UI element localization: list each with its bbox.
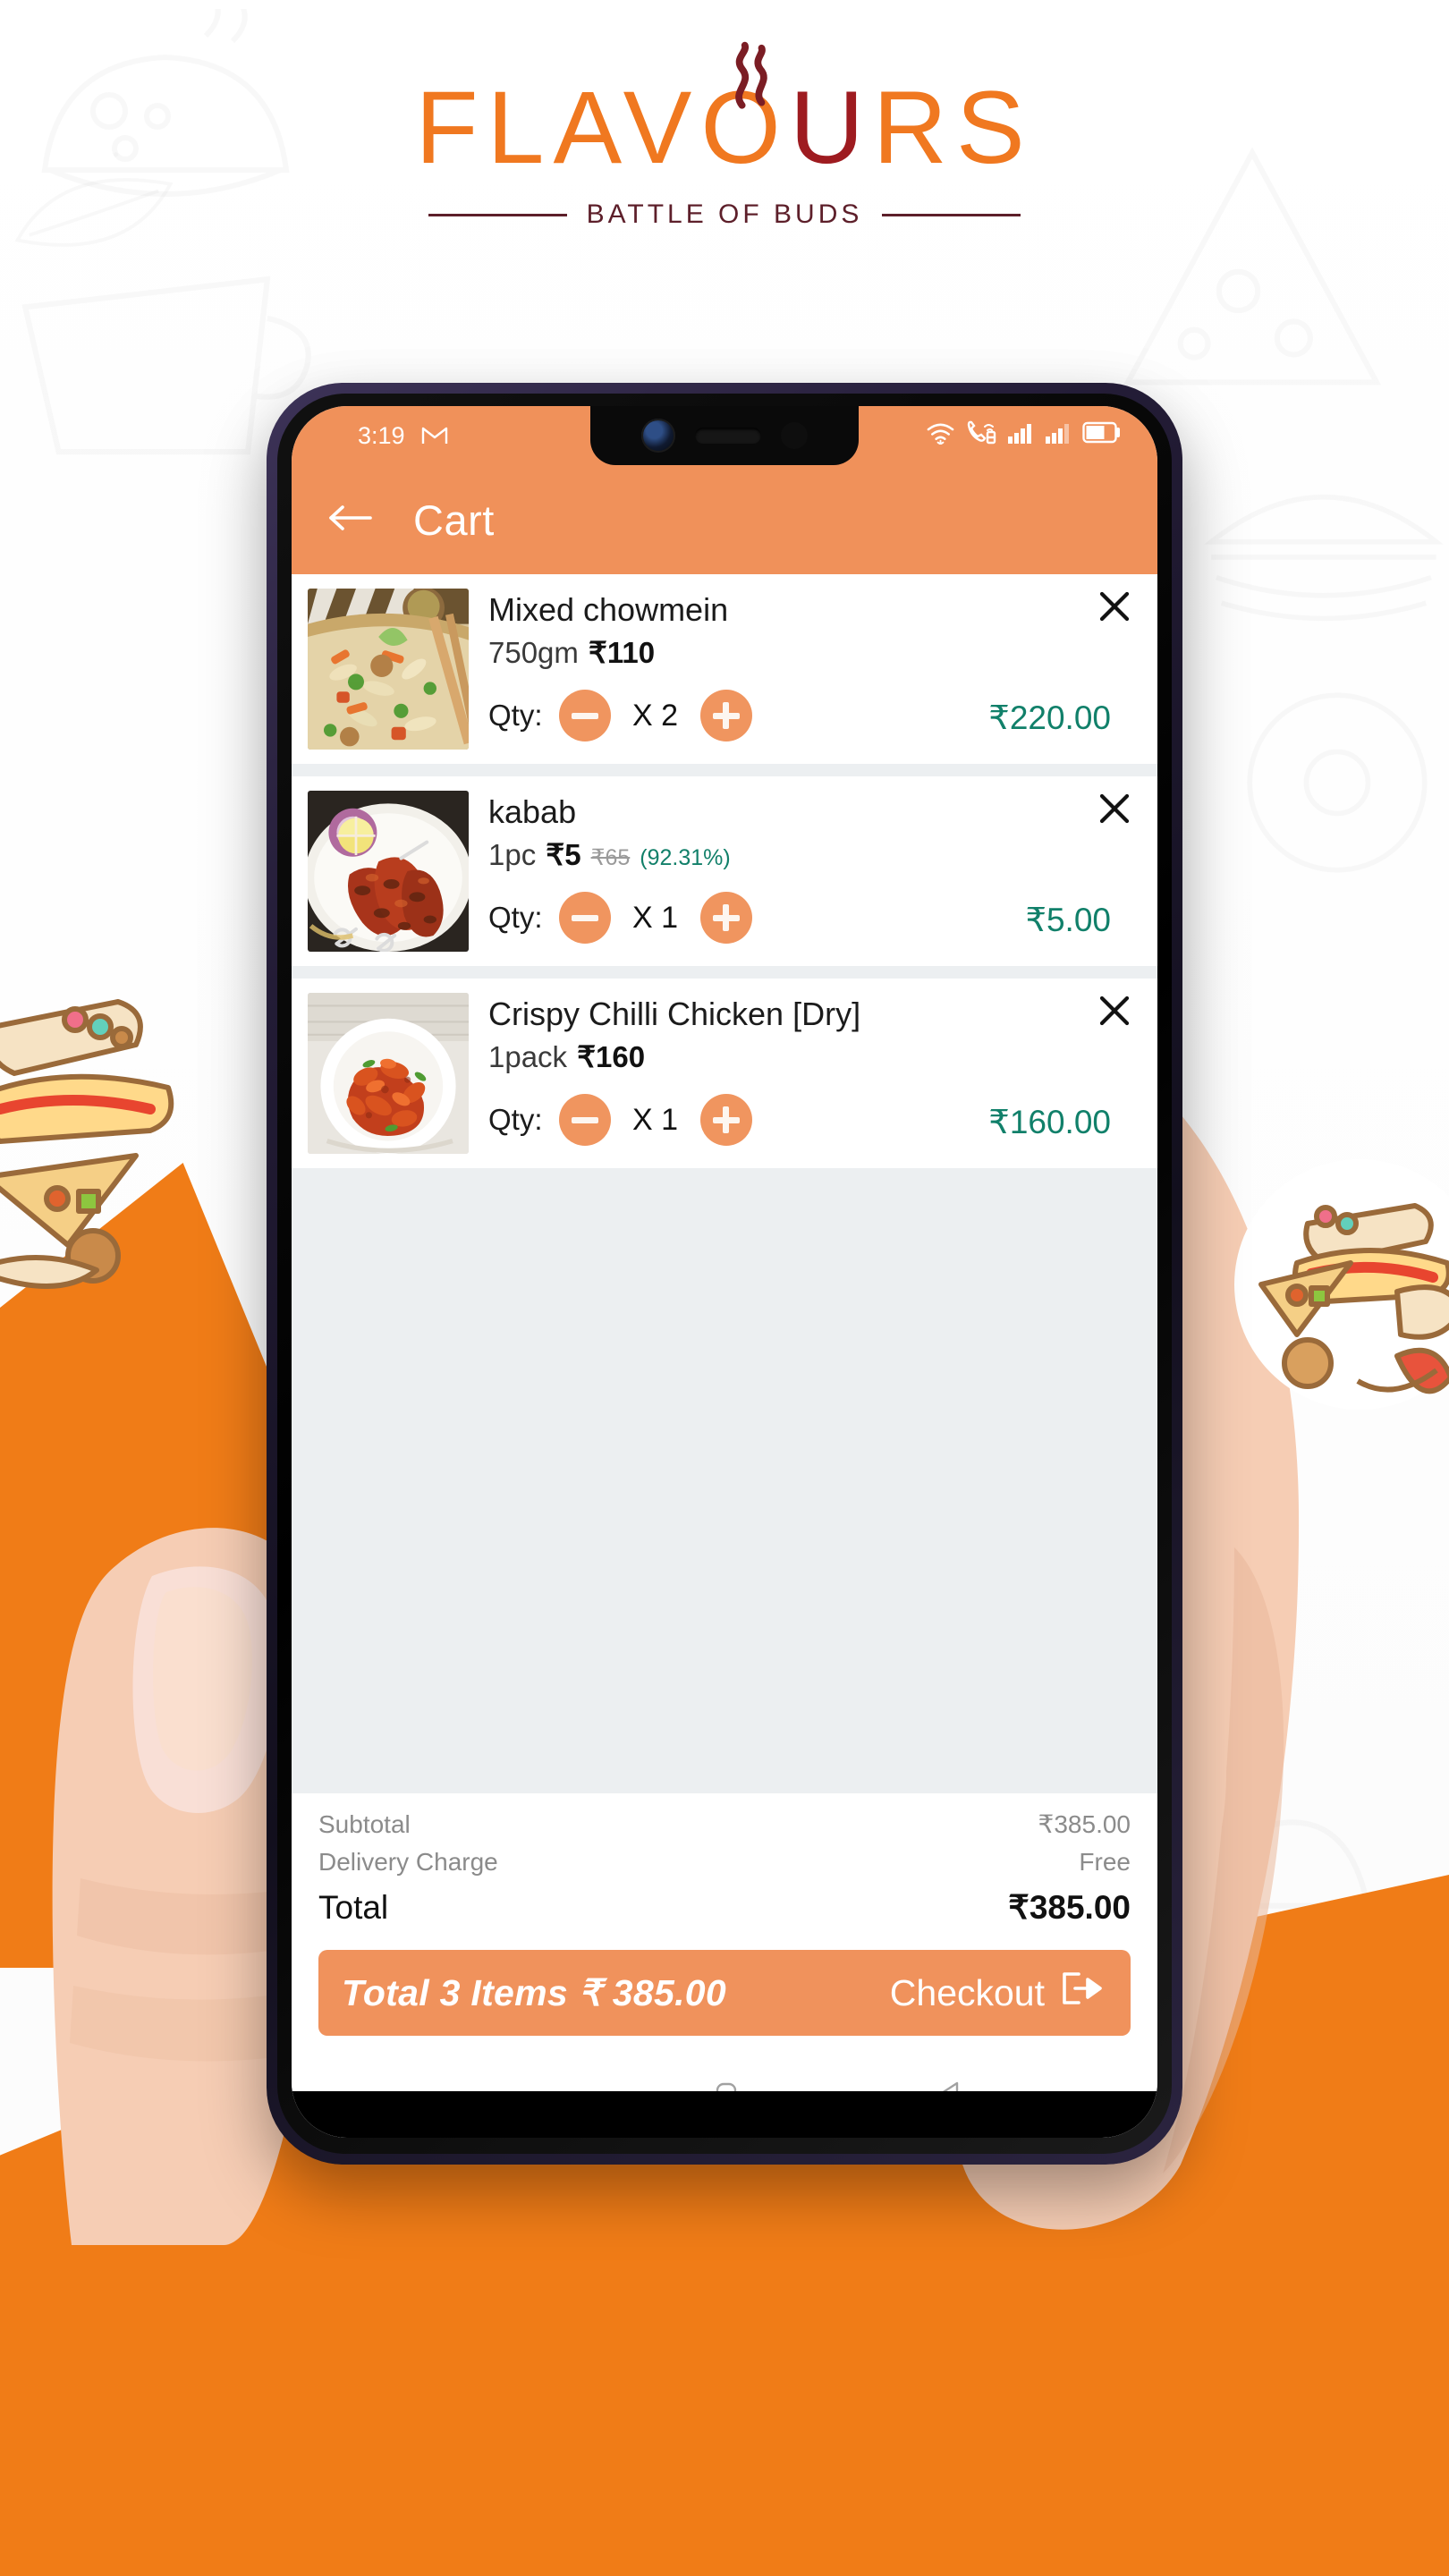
status-bar-left: 3:19 [322,422,590,450]
item-thumbnail [308,993,469,1154]
front-camera-icon [641,419,675,453]
food-sticker-right [1225,1145,1449,1418]
watermark-donut [1234,680,1440,886]
decrease-quantity-button[interactable] [558,892,611,945]
item-details: Mixed chowmein 750gm ₹110 Qty: X 2 ₹220.… [488,589,1134,750]
checkout-button[interactable]: Total 3 Items ₹ 385.00 Checkout [318,1950,1131,2036]
item-price: ₹5 [546,838,581,872]
remove-item-button[interactable] [1089,784,1140,834]
signal-bars-icon [1045,422,1072,450]
item-price-row: 1pc ₹5 ₹65 (92.31%) [488,837,1134,872]
wifi-icon [926,421,955,451]
decrease-quantity-button[interactable] [558,690,611,742]
delivery-charge-value: Free [1079,1847,1131,1876]
item-line-total: ₹5.00 [1025,902,1111,938]
item-original-price: ₹65 [590,845,631,871]
cart-item-list[interactable]: Mixed chowmein 750gm ₹110 Qty: X 2 ₹220.… [292,574,1157,1793]
item-line-total: ₹220.00 [988,699,1111,736]
quantity-value: X 1 [631,1102,679,1137]
brand-tagline-row: BATTLE OF BUDS [0,199,1449,230]
order-summary: Subtotal ₹385.00 Delivery Charge Free To… [292,1792,1157,1937]
cart-item-row[interactable]: Mixed chowmein 750gm ₹110 Qty: X 2 ₹220.… [292,574,1157,764]
tagline-rule-right [882,213,1021,216]
brand-name-part2: RS [872,71,1034,185]
item-name: Mixed chowmein [488,592,729,628]
item-price: ₹160 [577,1040,646,1074]
app-bar: Cart [292,465,1157,574]
item-thumbnail [308,589,469,750]
quantity-label: Qty: [488,699,543,733]
signal-bars-icon [1007,422,1034,450]
gmail-icon [421,425,448,446]
checkout-section: Total 3 Items ₹ 385.00 Checkout [292,1937,1157,2055]
status-time: 3:19 [358,421,405,449]
summary-row-subtotal: Subtotal ₹385.00 [318,1806,1131,1843]
checkout-action[interactable]: Checkout [890,1970,1104,2015]
phone-screen: 3:19 Cart Mixed chowmein 750gm ₹110 Qty:… [292,406,1157,2138]
item-name: Crispy Chilli Chicken [Dry] [488,996,861,1032]
remove-item-button[interactable] [1089,986,1140,1036]
screen-bottom-edge [292,2091,1157,2138]
arrow-left-icon[interactable] [327,503,372,538]
delivery-charge-label: Delivery Charge [318,1847,498,1876]
item-price-row: 1pack ₹160 [488,1039,1134,1074]
brand-wordmark: FLAVOURS [415,41,1033,180]
item-price: ₹110 [588,636,656,670]
item-details: kabab 1pc ₹5 ₹65 (92.31%) Qty: X 1 ₹5.00 [488,791,1134,952]
item-name: kabab [488,794,577,830]
item-unit: 1pc [488,838,537,872]
quantity-label: Qty: [488,901,543,935]
call-signal-icon [966,420,996,451]
total-label: Total [318,1888,389,1926]
battery-icon [1082,421,1122,450]
checkout-total-summary: Total 3 Items ₹ 385.00 [342,1972,726,2013]
summary-row-total: Total ₹385.00 [318,1883,1131,1933]
page-title: Cart [413,496,495,544]
phone-notch [590,406,859,465]
brand-name-u: U [789,71,873,185]
brand-tagline: BATTLE OF BUDS [586,199,863,229]
watermark-burger [1190,465,1449,644]
remove-item-button[interactable] [1089,581,1140,631]
proximity-sensor-icon [781,422,808,449]
item-discount-percent: (92.31%) [640,845,731,871]
brand-logo: FLAVOURS BATTLE OF BUDS [0,41,1449,230]
increase-quantity-button[interactable] [699,1094,752,1147]
cart-item-row[interactable]: kabab 1pc ₹5 ₹65 (92.31%) Qty: X 1 ₹5.00 [292,776,1157,966]
item-unit: 750gm [488,636,579,670]
subtotal-label: Subtotal [318,1809,411,1838]
sign-out-arrow-icon [1061,1970,1104,2015]
checkout-label: Checkout [889,1971,1045,2013]
quantity-value: X 2 [631,698,679,733]
cart-item-row[interactable]: Crispy Chilli Chicken [Dry] 1pack ₹160 Q… [292,979,1157,1168]
summary-row-delivery: Delivery Charge Free [318,1843,1131,1881]
decrease-quantity-button[interactable] [558,1094,611,1147]
phone-device: 3:19 Cart Mixed chowmein 750gm ₹110 Qty:… [267,383,1182,2165]
quantity-value: X 1 [631,900,679,935]
item-details: Crispy Chilli Chicken [Dry] 1pack ₹160 Q… [488,993,1134,1154]
status-bar-right [926,420,1127,451]
quantity-label: Qty: [488,1103,543,1137]
item-line-total: ₹160.00 [988,1104,1111,1140]
steam-icon [721,25,780,128]
earpiece-speaker [695,428,761,444]
item-price-row: 750gm ₹110 [488,635,1134,670]
tagline-rule-left [428,213,567,216]
item-thumbnail [308,791,469,952]
item-unit: 1pack [488,1040,568,1074]
food-sticker-left [0,984,304,1310]
subtotal-value: ₹385.00 [1038,1809,1131,1838]
increase-quantity-button[interactable] [699,690,752,742]
total-value: ₹385.00 [1008,1888,1131,1926]
increase-quantity-button[interactable] [699,892,752,945]
phone-bezel: 3:19 Cart Mixed chowmein 750gm ₹110 Qty:… [277,394,1172,2154]
